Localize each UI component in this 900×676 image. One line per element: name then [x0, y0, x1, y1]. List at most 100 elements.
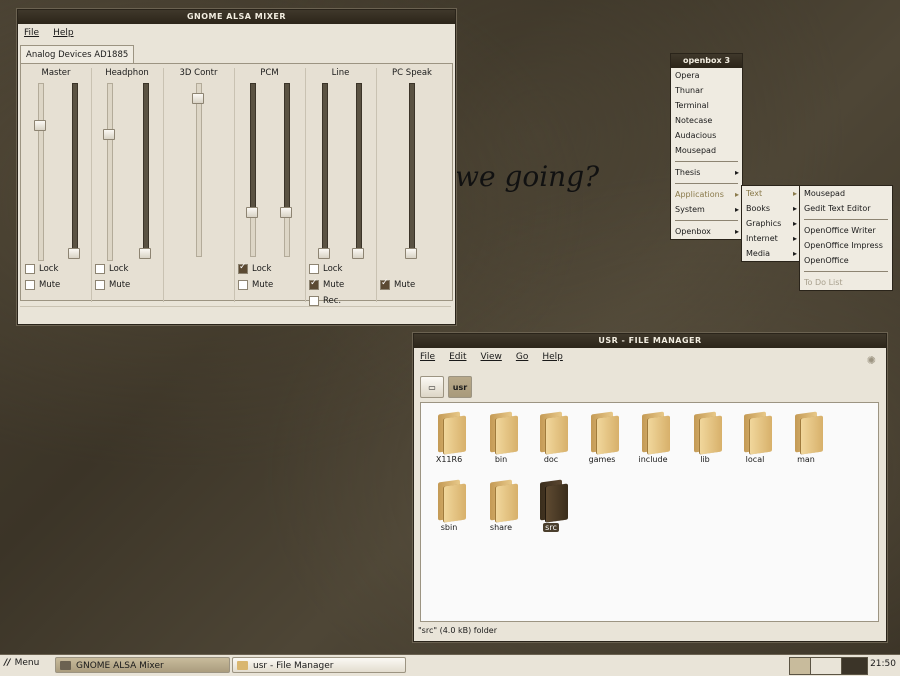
- menu-item-opera[interactable]: Opera: [671, 68, 742, 83]
- headphone-mute-checkbox[interactable]: Mute: [95, 280, 130, 290]
- pcm-lock-checkbox[interactable]: Lock: [238, 262, 271, 274]
- master-left-slider[interactable]: [34, 120, 46, 131]
- pcm-right-track[interactable]: [284, 83, 290, 215]
- task-file-manager[interactable]: usr - File Manager: [232, 657, 406, 673]
- menu-item-terminal[interactable]: Terminal: [671, 98, 742, 113]
- channel-name: 3D Contr: [179, 68, 218, 78]
- menu-separator: [675, 161, 738, 162]
- workspace-3[interactable]: [841, 657, 868, 675]
- menu-separator: [675, 183, 738, 184]
- menu-item-thesis[interactable]: Thesis: [671, 165, 742, 180]
- menu-file[interactable]: File: [420, 352, 435, 362]
- master-left-track[interactable]: [38, 83, 44, 261]
- root-drive-button[interactable]: ▭: [420, 376, 444, 398]
- line-right-track[interactable]: [356, 83, 362, 255]
- folder-doc[interactable]: doc: [525, 411, 577, 464]
- menu-item-notecase[interactable]: Notecase: [671, 113, 742, 128]
- menu-help[interactable]: Help: [542, 352, 563, 362]
- drive-icon: ▭: [428, 382, 436, 392]
- line-mute-checkbox[interactable]: Mute: [309, 278, 344, 290]
- master-right-track[interactable]: [72, 83, 78, 255]
- workspace-2[interactable]: [810, 657, 842, 675]
- menu-item-mousepad[interactable]: Mousepad: [671, 143, 742, 158]
- line-left-slider[interactable]: [318, 248, 330, 259]
- fm-titlebar[interactable]: USR - FILE MANAGER: [414, 334, 886, 348]
- task-alsa-mixer[interactable]: GNOME ALSA Mixer: [55, 657, 230, 673]
- mixer-statusbar: [20, 306, 451, 321]
- submenu-item-graphics[interactable]: Graphics: [742, 216, 800, 231]
- pcm-left-track[interactable]: [250, 83, 256, 215]
- menu-item-audacious[interactable]: Audacious: [671, 128, 742, 143]
- master-right-slider[interactable]: [68, 248, 80, 259]
- folder-man[interactable]: man: [780, 411, 832, 464]
- submenu-item-todo-list[interactable]: To Do List: [800, 275, 892, 290]
- submenu-item-books[interactable]: Books: [742, 201, 800, 216]
- headphone-right-slider[interactable]: [139, 248, 151, 259]
- pcm-right-slider[interactable]: [280, 207, 292, 218]
- menu-item-applications[interactable]: Applications: [671, 187, 742, 202]
- tab-device[interactable]: Analog Devices AD1885: [20, 45, 135, 64]
- pcm-left-slider[interactable]: [246, 207, 258, 218]
- folder-lib[interactable]: lib: [679, 411, 731, 464]
- pcm-left-track-empty: [250, 213, 256, 257]
- folder-icon: [432, 479, 466, 523]
- submenu-item-openoffice[interactable]: OpenOffice: [800, 253, 892, 268]
- taskbar: // Menu GNOME ALSA Mixer usr - File Mana…: [0, 654, 900, 676]
- path-button-usr[interactable]: usr: [448, 376, 472, 398]
- folder-games[interactable]: games: [576, 411, 628, 464]
- pc-speaker-slider[interactable]: [405, 248, 417, 259]
- folder-include[interactable]: include: [627, 411, 679, 464]
- submenu-item-gedit[interactable]: Gedit Text Editor: [800, 201, 892, 216]
- line-rec-checkbox[interactable]: Rec.: [309, 296, 341, 306]
- submenu-item-media[interactable]: Media: [742, 246, 800, 261]
- mixer-menubar: File Help: [18, 24, 455, 42]
- menu-item-system[interactable]: System: [671, 202, 742, 217]
- channel-pc-speaker: PC Speak Mute: [376, 68, 448, 302]
- submenu-item-internet[interactable]: Internet: [742, 231, 800, 246]
- menu-separator: [804, 271, 888, 272]
- folder-x11r6[interactable]: X11R6: [423, 411, 475, 464]
- file-view: X11R6 bin doc games include lib local ma…: [420, 402, 879, 622]
- file-manager-window: USR - FILE MANAGER File Edit View Go Hel…: [413, 333, 887, 642]
- line-left-track[interactable]: [322, 83, 328, 255]
- submenu-item-oo-impress[interactable]: OpenOffice Impress: [800, 238, 892, 253]
- headphone-right-track[interactable]: [143, 83, 149, 255]
- folder-src[interactable]: src: [525, 479, 577, 532]
- headphone-lock-checkbox[interactable]: Lock: [95, 264, 128, 274]
- folder-bin[interactable]: bin: [475, 411, 527, 464]
- headphone-left-slider[interactable]: [103, 129, 115, 140]
- line-lock-checkbox[interactable]: Lock: [309, 264, 342, 274]
- submenu-item-oo-writer[interactable]: OpenOffice Writer: [800, 223, 892, 238]
- folder-icon: [585, 411, 619, 455]
- pc-speaker-track[interactable]: [409, 83, 415, 255]
- menu-item-thunar[interactable]: Thunar: [671, 83, 742, 98]
- menu-file[interactable]: File: [24, 28, 39, 38]
- 3d-control-slider[interactable]: [192, 93, 204, 104]
- menu-help[interactable]: Help: [53, 28, 74, 38]
- mixer-app-icon: [60, 661, 71, 670]
- wallpaper-text: we going?: [455, 160, 600, 193]
- headphone-left-track[interactable]: [107, 83, 113, 261]
- line-right-slider[interactable]: [352, 248, 364, 259]
- workspace-1[interactable]: [789, 657, 811, 675]
- folder-share[interactable]: share: [475, 479, 527, 532]
- menu-edit[interactable]: Edit: [449, 352, 466, 362]
- menu-separator: [804, 219, 888, 220]
- 3d-control-track[interactable]: [196, 83, 202, 257]
- submenu-item-mousepad[interactable]: Mousepad: [800, 186, 892, 201]
- menu-go[interactable]: Go: [516, 352, 528, 362]
- master-mute-checkbox[interactable]: Mute: [25, 280, 60, 290]
- channel-headphone: Headphon Lock Mute: [91, 68, 164, 302]
- fm-statusbar: "src" (4.0 kB) folder: [418, 626, 497, 635]
- pcm-mute-checkbox[interactable]: Mute: [238, 280, 273, 290]
- taskbar-menu-button[interactable]: // Menu: [4, 658, 39, 668]
- folder-local[interactable]: local: [729, 411, 781, 464]
- channel-name: PC Speak: [392, 68, 432, 78]
- folder-sbin[interactable]: sbin: [423, 479, 475, 532]
- menu-view[interactable]: View: [481, 352, 502, 362]
- master-lock-checkbox[interactable]: Lock: [25, 264, 58, 274]
- menu-item-openbox[interactable]: Openbox: [671, 224, 742, 239]
- pc-speaker-mute-checkbox[interactable]: Mute: [380, 278, 415, 290]
- mixer-titlebar[interactable]: GNOME ALSA MIXER: [18, 10, 455, 24]
- submenu-item-text[interactable]: Text: [742, 186, 800, 201]
